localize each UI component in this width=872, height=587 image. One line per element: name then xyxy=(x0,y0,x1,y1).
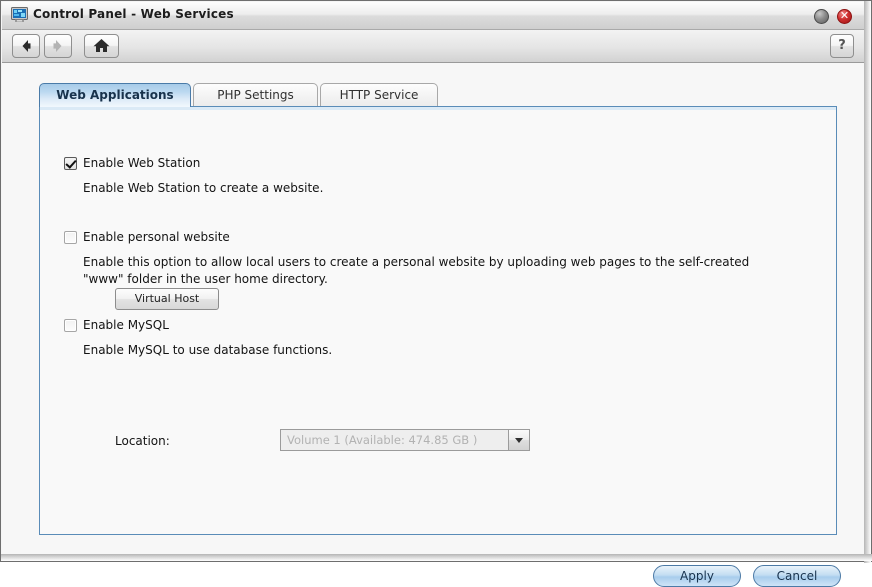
checkbox-label: Enable Web Station xyxy=(83,156,201,170)
checkbox-enable-mysql[interactable] xyxy=(64,319,77,332)
panel-top-highlight xyxy=(40,107,836,110)
virtual-host-button[interactable]: Virtual Host xyxy=(115,288,219,310)
checkbox-label: Enable personal website xyxy=(83,230,230,244)
home-icon xyxy=(93,39,110,52)
window-shadow-right xyxy=(864,1,871,563)
tab-php-settings[interactable]: PHP Settings xyxy=(193,83,318,107)
tab-label: HTTP Service xyxy=(339,88,419,102)
checkbox-enable-personal-website[interactable] xyxy=(64,231,77,244)
checkbox-enable-web-station[interactable] xyxy=(64,157,77,170)
content-area: Web Applications PHP Settings HTTP Servi… xyxy=(2,63,864,587)
forward-button[interactable] xyxy=(44,34,72,58)
settings-panel: Enable Web Station Enable Web Station to… xyxy=(39,106,841,587)
button-label: Apply xyxy=(680,569,714,583)
location-selected-value: Volume 1 (Available: 474.85 GB ) xyxy=(287,433,478,447)
cancel-button[interactable]: Cancel xyxy=(753,565,841,587)
button-label: Virtual Host xyxy=(134,292,200,305)
minimize-button[interactable] xyxy=(814,9,829,24)
window-title: Control Panel - Web Services xyxy=(33,7,234,21)
home-button[interactable] xyxy=(84,34,119,58)
question-mark-icon: ? xyxy=(838,38,846,53)
personal-website-description: Enable this option to allow local users … xyxy=(83,255,750,286)
tab-web-applications[interactable]: Web Applications xyxy=(39,83,191,107)
navigation-toolbar: ? xyxy=(2,30,864,63)
control-panel-window: Control Panel - Web Services ✕ ? Web App… xyxy=(0,0,872,587)
tab-label: Web Applications xyxy=(56,88,174,102)
control-panel-icon xyxy=(11,7,28,23)
title-bar: Control Panel - Web Services ✕ xyxy=(2,2,864,30)
tab-bar: Web Applications PHP Settings HTTP Servi… xyxy=(39,83,837,107)
tab-label: PHP Settings xyxy=(217,88,294,102)
web-station-description: Enable Web Station to create a website. xyxy=(83,181,324,195)
chevron-down-icon[interactable] xyxy=(508,430,529,450)
checkbox-label: Enable MySQL xyxy=(83,318,169,332)
close-icon: ✕ xyxy=(839,9,850,22)
close-button[interactable]: ✕ xyxy=(837,9,852,24)
mysql-description: Enable MySQL to use database functions. xyxy=(83,343,333,357)
help-button[interactable]: ? xyxy=(830,34,854,58)
arrow-right-icon xyxy=(53,40,62,52)
back-button[interactable] xyxy=(12,34,40,58)
location-label: Location: xyxy=(115,434,170,448)
tab-http-service[interactable]: HTTP Service xyxy=(320,83,438,107)
arrow-left-icon xyxy=(22,40,31,52)
apply-button[interactable]: Apply xyxy=(653,565,741,587)
button-label: Cancel xyxy=(776,569,818,583)
location-select[interactable]: Volume 1 (Available: 474.85 GB ) xyxy=(280,429,530,451)
window-shadow-bottom xyxy=(1,554,872,561)
